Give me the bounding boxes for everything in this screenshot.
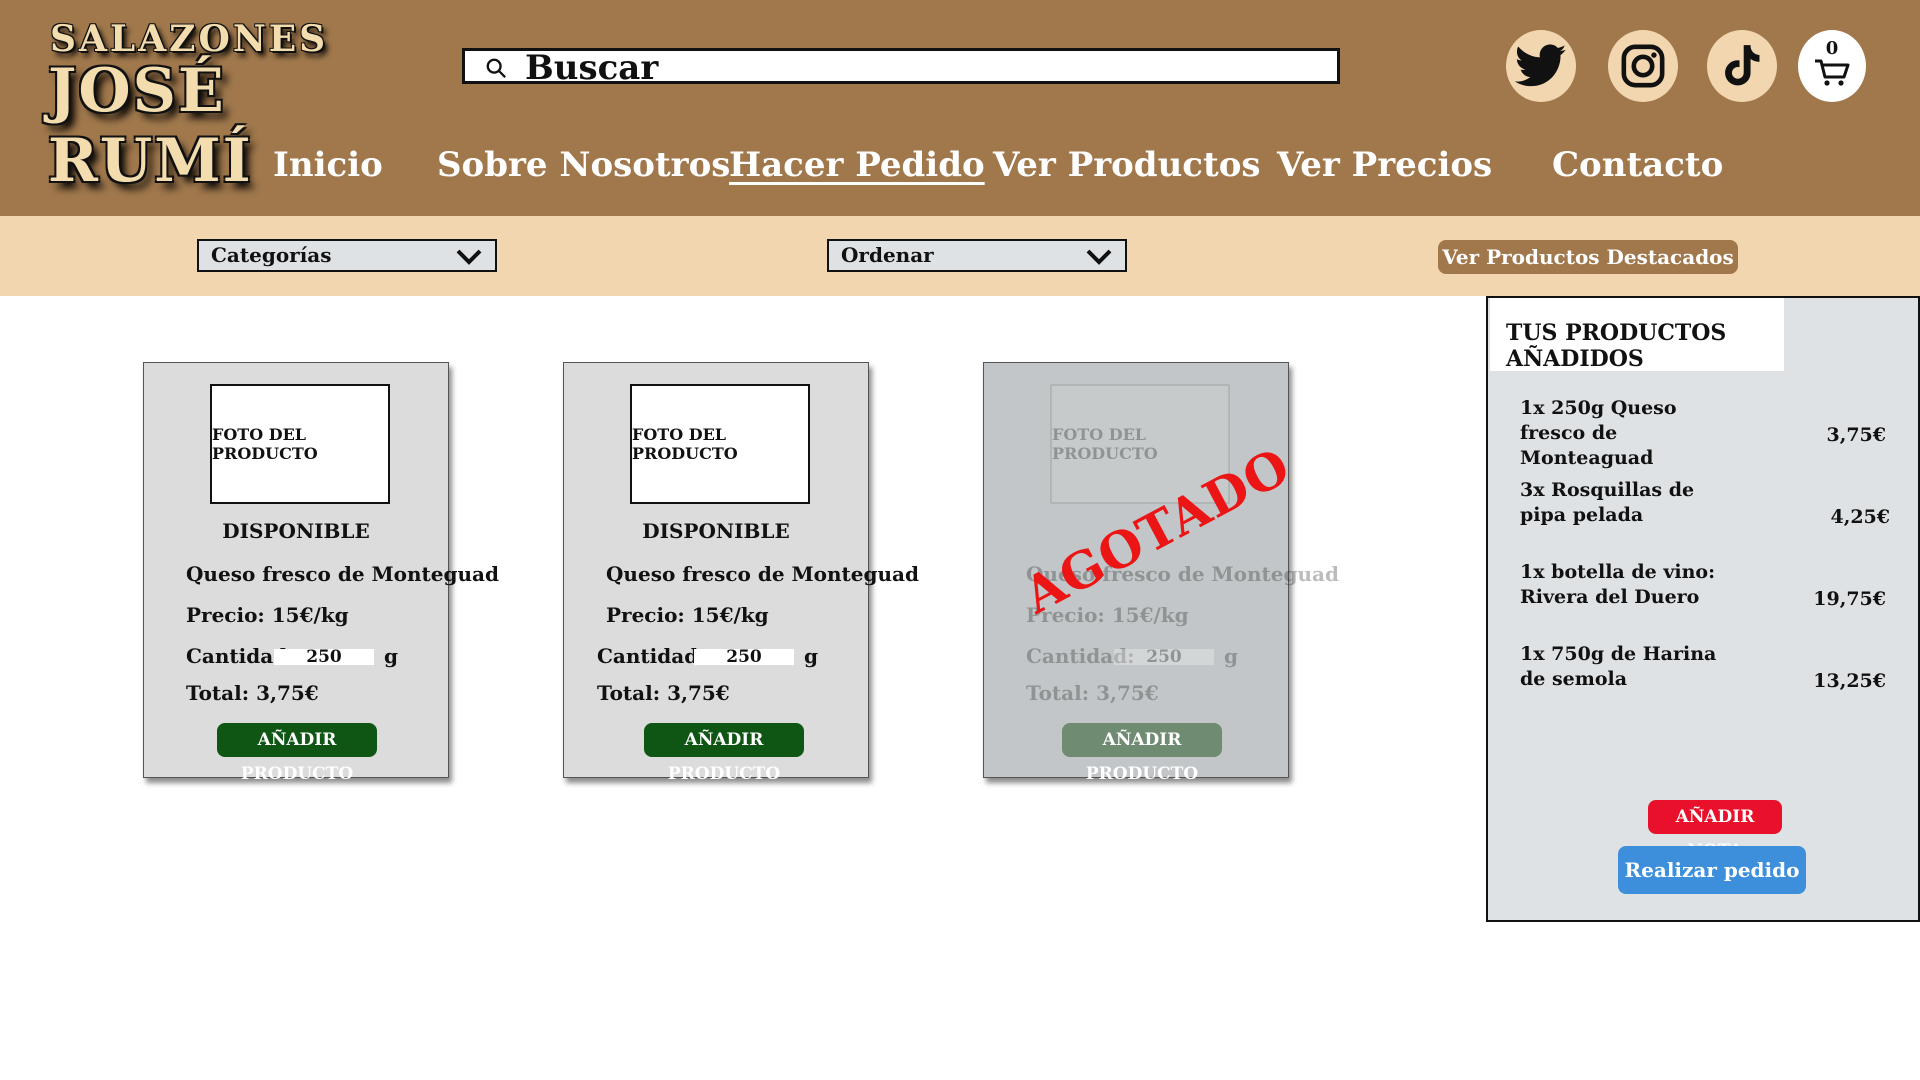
sort-select-label: Ordenar bbox=[841, 243, 934, 267]
instagram-button[interactable] bbox=[1608, 30, 1678, 102]
chevron-down-icon bbox=[1086, 249, 1112, 265]
quantity-input[interactable]: 250 bbox=[694, 649, 794, 666]
featured-products-button[interactable]: Ver Productos Destacados bbox=[1438, 240, 1738, 274]
product-name: Queso fresco de Monteguad bbox=[186, 562, 499, 586]
nav-sobre-nosotros[interactable]: Sobre Nosotros bbox=[437, 145, 730, 185]
twitter-icon bbox=[1515, 44, 1567, 87]
nav-hacer-pedido[interactable]: Hacer Pedido bbox=[729, 145, 985, 185]
search-input[interactable]: Buscar bbox=[525, 48, 658, 88]
site-header: SALAZONES JOSÉ RUMÍ Buscar 0 Inicio Sobr… bbox=[0, 0, 1920, 216]
add-product-button[interactable]: AÑADIR PRODUCTO bbox=[644, 723, 804, 784]
product-status: DISPONIBLE bbox=[642, 519, 790, 543]
order-panel-title: TUS PRODUCTOS AÑADIDOS bbox=[1506, 320, 1727, 372]
order-item-desc: 3x Rosquillas de pipa pelada bbox=[1520, 479, 1695, 526]
product-total: Total: 3,75€ bbox=[597, 681, 730, 705]
order-item-desc: 1x 750g de Harina de semola bbox=[1520, 643, 1717, 690]
search-bar[interactable]: Buscar bbox=[462, 48, 1340, 88]
add-note-button[interactable]: AÑADIR NOTA bbox=[1648, 800, 1782, 861]
order-item-amount: 19,75€ bbox=[1813, 588, 1886, 610]
product-card: FOTO DEL PRODUCTO DISPONIBLE Queso fresc… bbox=[143, 362, 499, 784]
nav-inicio[interactable]: Inicio bbox=[273, 145, 383, 185]
search-icon bbox=[486, 58, 506, 78]
tiktok-button[interactable] bbox=[1707, 30, 1777, 102]
nav-ver-precios[interactable]: Ver Precios bbox=[1277, 145, 1492, 185]
quantity-unit: g bbox=[1224, 644, 1238, 668]
order-item-amount: 4,25€ bbox=[1830, 506, 1891, 528]
product-price: Precio: 15€/kg bbox=[186, 603, 349, 627]
brand-line-1: SALAZONES bbox=[50, 18, 329, 60]
sort-select[interactable]: Ordenar bbox=[827, 239, 1127, 272]
quantity-label: Cantidad: bbox=[597, 644, 706, 668]
product-card: FOTO DEL PRODUCTO DISPONIBLE Queso fresc… bbox=[563, 362, 919, 784]
quantity-input[interactable]: 250 bbox=[274, 649, 374, 666]
add-product-button[interactable]: AÑADIR PRODUCTO bbox=[217, 723, 377, 784]
nav-ver-productos[interactable]: Ver Productos bbox=[993, 145, 1261, 185]
quantity-unit: g bbox=[384, 644, 398, 668]
categories-select[interactable]: Categorías bbox=[197, 239, 497, 272]
product-status: DISPONIBLE bbox=[222, 519, 370, 543]
cart-count: 0 bbox=[1825, 38, 1839, 59]
add-product-button-disabled: AÑADIR PRODUCTO bbox=[1062, 723, 1222, 784]
product-card-sold-out: FOTO DEL PRODUCTO Queso fresco de Monteg… bbox=[983, 362, 1339, 784]
categories-select-label: Categorías bbox=[211, 243, 332, 267]
product-total: Total: 3,75€ bbox=[186, 681, 319, 705]
product-price: Precio: 15€/kg bbox=[606, 603, 769, 627]
order-panel-header: TUS PRODUCTOS AÑADIDOS bbox=[1490, 298, 1784, 372]
product-total: Total: 3,75€ bbox=[1026, 681, 1159, 705]
place-order-button[interactable]: Realizar pedido bbox=[1618, 846, 1806, 894]
twitter-button[interactable] bbox=[1506, 30, 1576, 102]
instagram-icon bbox=[1621, 44, 1665, 88]
nav-contacto[interactable]: Contacto bbox=[1552, 145, 1723, 185]
order-item-desc: 1x botella de vino: Rivera del Duero bbox=[1520, 561, 1716, 608]
cart-icon bbox=[1815, 59, 1850, 86]
order-item-amount: 13,25€ bbox=[1813, 670, 1886, 692]
cart-button[interactable]: 0 bbox=[1798, 30, 1866, 102]
quantity-unit: g bbox=[804, 644, 818, 668]
product-photo: FOTO DEL PRODUCTO bbox=[630, 384, 810, 504]
brand-logo[interactable]: SALAZONES JOSÉ RUMÍ bbox=[48, 18, 338, 196]
quantity-input: 250 bbox=[1114, 649, 1214, 666]
order-panel: TUS PRODUCTOS AÑADIDOS 1x 250g Queso fre… bbox=[1486, 296, 1920, 922]
order-item-desc: 1x 250g Queso fresco de Monteaguad bbox=[1520, 397, 1677, 469]
tiktok-icon bbox=[1725, 45, 1760, 86]
product-photo: FOTO DEL PRODUCTO bbox=[210, 384, 390, 504]
product-name: Queso fresco de Monteguad bbox=[606, 562, 919, 586]
chevron-down-icon bbox=[456, 249, 482, 265]
order-item-amount: 3,75€ bbox=[1826, 424, 1887, 446]
